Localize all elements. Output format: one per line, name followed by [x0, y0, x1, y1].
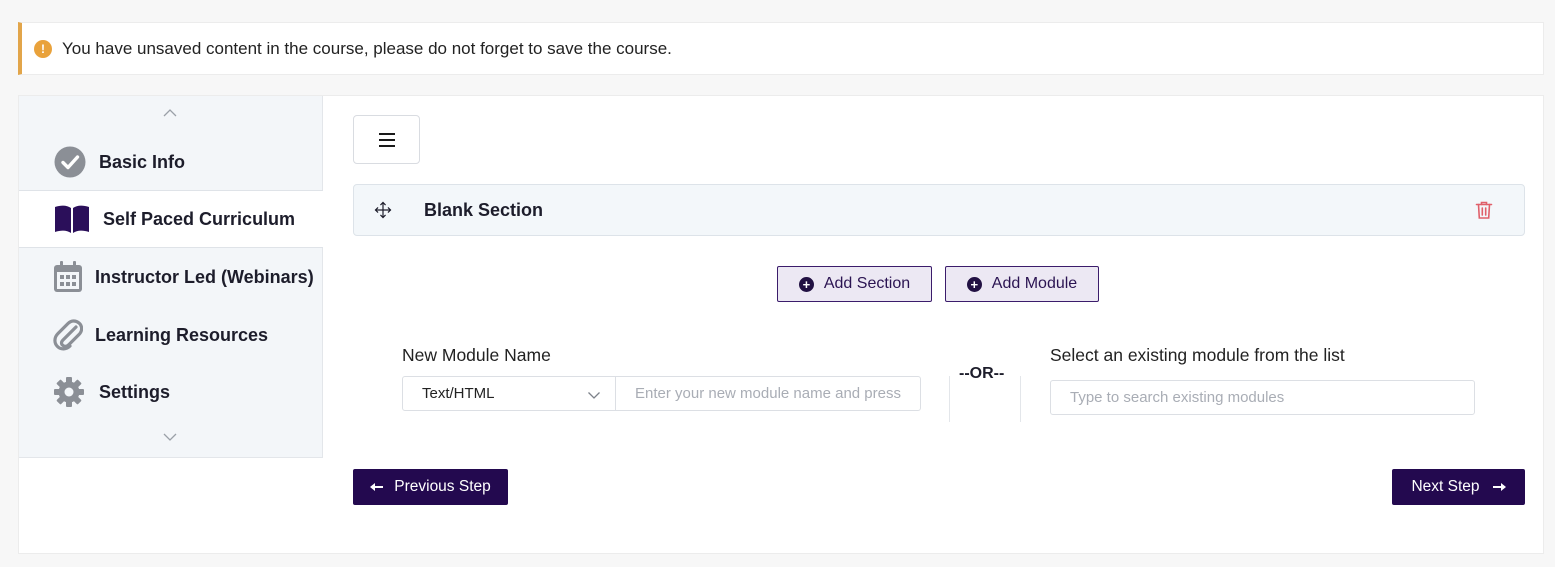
sidebar-item-basic-info[interactable]: Basic Info — [19, 133, 323, 191]
paperclip-icon — [51, 318, 85, 352]
sidebar-item-settings[interactable]: Settings — [19, 363, 323, 421]
alert-message: You have unsaved content in the course, … — [62, 38, 672, 58]
exclamation-circle-icon: ! — [34, 39, 52, 58]
move-icon[interactable] — [374, 201, 392, 219]
gear-icon — [52, 375, 86, 409]
book-icon — [53, 202, 91, 236]
next-step-button[interactable]: Next Step — [1392, 469, 1525, 505]
sidebar-item-label: Basic Info — [99, 151, 186, 172]
chevron-up-icon[interactable] — [163, 106, 177, 120]
sidebar-item-learning-resources[interactable]: Learning Resources — [19, 306, 323, 364]
new-module-name-input[interactable] — [615, 376, 921, 411]
previous-step-button[interactable]: Previous Step — [353, 469, 508, 505]
plus-circle-icon: + — [966, 276, 982, 292]
add-section-button[interactable]: + Add Section — [777, 266, 932, 302]
new-module-name-label: New Module Name — [402, 345, 551, 365]
module-type-select[interactable]: Text/HTML — [402, 376, 616, 411]
menu-toggle-button[interactable] — [353, 115, 420, 164]
hamburger-icon — [378, 132, 395, 147]
module-type-value: Text/HTML — [422, 385, 495, 402]
sidebar-item-label: Instructor Led (Webinars) — [95, 266, 314, 287]
or-text: --OR-- — [959, 365, 1005, 382]
existing-module-search-input[interactable] — [1050, 380, 1475, 415]
existing-module-label: Select an existing module from the list — [1050, 345, 1345, 365]
check-circle-icon — [53, 145, 87, 179]
chevron-down-icon[interactable] — [163, 430, 177, 444]
sidebar-item-instructor-led[interactable]: Instructor Led (Webinars) — [19, 248, 323, 306]
sidebar-item-self-paced-curriculum[interactable]: Self Paced Curriculum — [19, 190, 323, 248]
add-section-label: Add Section — [823, 275, 911, 292]
previous-step-label: Previous Step — [394, 478, 491, 495]
add-module-button[interactable]: + Add Module — [945, 266, 1099, 302]
sidebar-item-label: Settings — [99, 381, 171, 402]
section-row[interactable]: Blank Section — [353, 184, 1525, 236]
course-editor-card: Basic Info Self Paced Curriculum Instruc… — [18, 95, 1544, 554]
unsaved-alert: ! You have unsaved content in the course… — [18, 22, 1544, 75]
trash-icon[interactable] — [1474, 200, 1494, 220]
arrow-left-icon — [370, 483, 384, 491]
calendar-icon — [51, 260, 85, 294]
arrow-right-icon — [1492, 483, 1506, 491]
course-steps-sidebar: Basic Info Self Paced Curriculum Instruc… — [19, 96, 323, 458]
plus-circle-icon: + — [798, 276, 814, 292]
sidebar-item-label: Self Paced Curriculum — [103, 208, 296, 229]
sidebar-item-label: Learning Resources — [95, 324, 269, 345]
next-step-label: Next Step — [1411, 478, 1480, 495]
add-module-label: Add Module — [991, 275, 1078, 292]
chevron-down-icon — [588, 392, 600, 399]
section-title[interactable]: Blank Section — [424, 200, 543, 221]
